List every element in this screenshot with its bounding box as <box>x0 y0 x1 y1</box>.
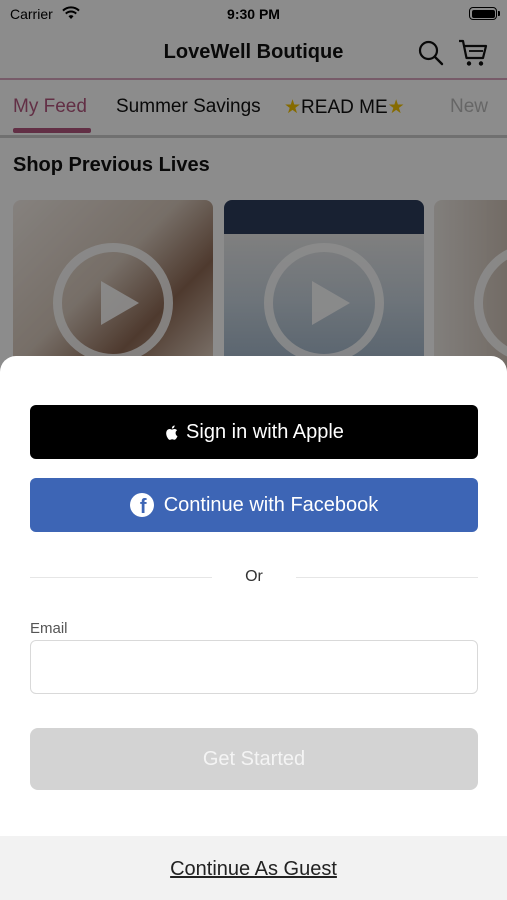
facebook-button-label: Continue with Facebook <box>163 493 379 516</box>
divider-line <box>296 577 478 578</box>
facebook-icon: f <box>129 493 154 517</box>
sign-in-with-apple-button[interactable]: Sign in with Apple <box>30 405 478 459</box>
sign-in-sheet: Sign in with Apple f Continue with Faceb… <box>0 356 507 900</box>
email-field[interactable] <box>30 640 478 694</box>
or-divider: Or <box>30 566 478 588</box>
apple-icon <box>166 424 178 440</box>
guest-bar: Continue As Guest <box>0 836 507 900</box>
continue-with-facebook-button[interactable]: f Continue with Facebook <box>30 478 478 532</box>
continue-as-guest-link[interactable]: Continue As Guest <box>0 858 507 881</box>
get-started-button[interactable]: Get Started <box>30 728 478 790</box>
email-label: Email <box>30 620 68 637</box>
apple-button-label: Sign in with Apple <box>186 420 344 443</box>
